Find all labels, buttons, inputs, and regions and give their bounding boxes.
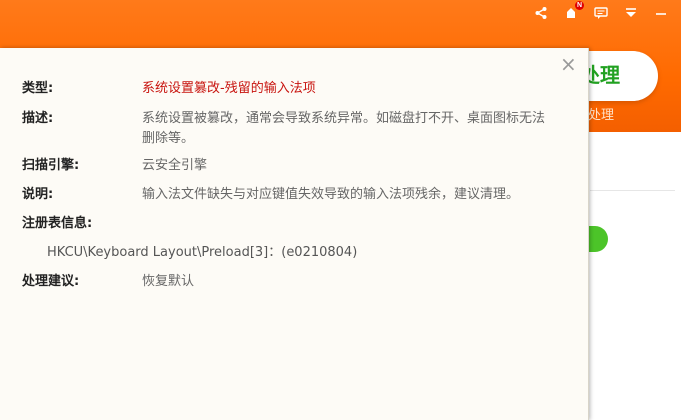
suggestion-label: 处理建议:	[22, 274, 80, 289]
detail-popup: × 类型: 系统设置篡改-残留的输入法项 描述: 系统设置被篡改，通常会导致系统…	[0, 48, 589, 420]
engine-row: 扫描引擎:	[22, 156, 79, 176]
share-icon[interactable]	[533, 5, 549, 21]
description-value: 系统设置被篡改，通常会导致系统异常。如磁盘打不开、桌面图标无法删除等。	[142, 111, 546, 146]
notification-icon[interactable]: N	[563, 1, 584, 21]
menu-icon[interactable]	[623, 5, 639, 21]
note-row: 说明:	[22, 185, 53, 205]
description-label: 描述:	[22, 111, 54, 126]
engine-value: 云安全引擎	[142, 158, 208, 173]
notification-badge: N	[575, 1, 584, 10]
registry-value: HKCU\Keyboard Layout\Preload[3]：(e021080…	[47, 245, 358, 260]
type-label: 类型:	[22, 81, 54, 96]
registry-label: 注册表信息:	[22, 216, 93, 231]
suggestion-row: 处理建议:	[22, 272, 79, 292]
note-value: 输入法文件缺失与对应键值失效导致的输入法项残余，建议清理。	[142, 187, 520, 202]
minimize-icon[interactable]	[653, 5, 669, 21]
close-icon[interactable]: ×	[560, 54, 577, 74]
type-row: 类型:	[22, 79, 53, 99]
action-subtext: 处理	[588, 107, 615, 122]
divider	[590, 190, 675, 191]
type-value: 系统设置篡改-残留的输入法项	[142, 81, 316, 96]
suggestion-value: 恢复默认	[142, 274, 195, 289]
registry-row: 注册表信息:	[22, 214, 92, 234]
description-row: 描述:	[22, 109, 53, 129]
note-label: 说明:	[22, 187, 54, 202]
engine-label: 扫描引擎:	[22, 158, 80, 173]
message-icon[interactable]	[593, 5, 609, 21]
title-bar-icons: N	[533, 1, 669, 22]
